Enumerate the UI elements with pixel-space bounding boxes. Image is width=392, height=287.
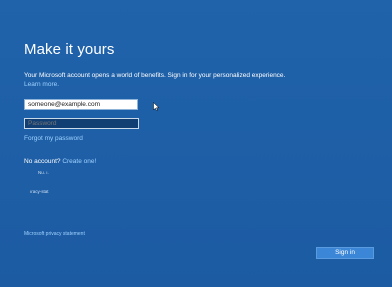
- no-account-text: No account?: [24, 158, 61, 165]
- description: Your Microsoft account opens a world of …: [24, 72, 289, 89]
- learn-more-link[interactable]: Learn more.: [24, 81, 59, 88]
- faint-text-1: Nu. ı.: [38, 170, 49, 175]
- forgot-password-link[interactable]: Forgot my password: [24, 135, 83, 142]
- faint-text-2: ıracy-stat: [30, 189, 49, 194]
- sign-in-button[interactable]: Sign in: [316, 247, 374, 259]
- mouse-pointer-icon: [153, 102, 160, 111]
- description-text: Your Microsoft account opens a world of …: [24, 72, 286, 79]
- oobe-screen: Make it yours Your Microsoft account ope…: [0, 0, 392, 287]
- email-input[interactable]: [24, 99, 138, 110]
- no-account-row: No account? Create one!: [24, 158, 96, 165]
- create-account-link[interactable]: Create one!: [62, 158, 96, 165]
- privacy-statement-link[interactable]: Microsoft privacy statement: [24, 231, 85, 237]
- page-title: Make it yours: [24, 41, 115, 58]
- password-input[interactable]: [24, 118, 139, 129]
